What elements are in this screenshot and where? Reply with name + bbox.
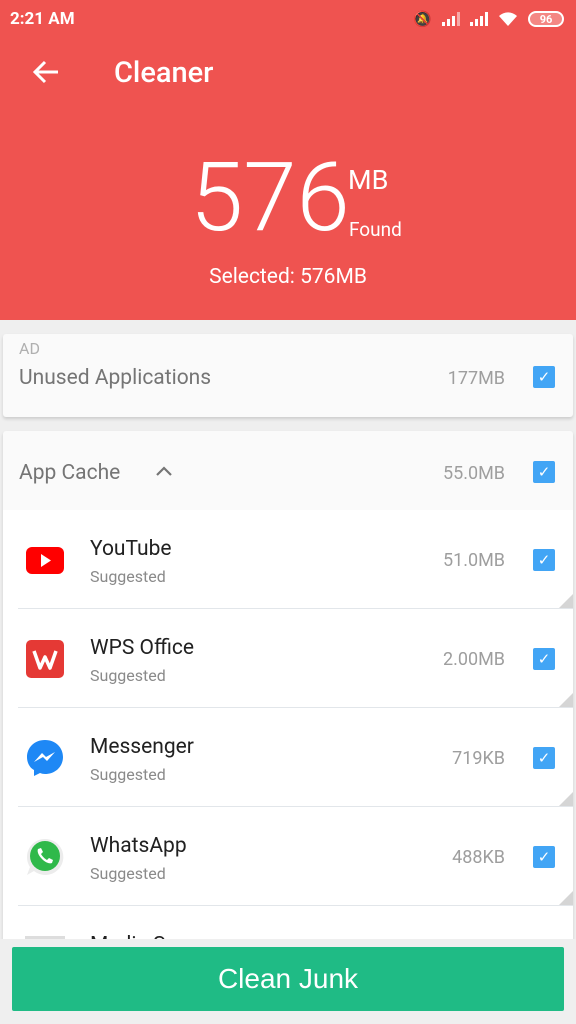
corner-mark: [559, 594, 573, 608]
app-checkbox[interactable]: ✓: [533, 747, 555, 769]
app-size: 719KB: [452, 748, 505, 769]
wps-office-icon: [26, 640, 64, 678]
battery-icon: 96: [528, 11, 564, 27]
list-item[interactable]: WPS Office Suggested 2.00MB ✓: [3, 609, 573, 708]
app-cache-card: App Cache 55.0MB ✓ YouTube Suggested 51.…: [3, 431, 573, 951]
wifi-icon: [499, 12, 517, 26]
mute-bell-icon: 🔕: [413, 10, 432, 28]
back-button[interactable]: [28, 54, 64, 90]
app-size: 51.0MB: [442, 550, 505, 571]
unused-applications-card[interactable]: AD Unused Applications 177MB ✓: [3, 334, 573, 417]
app-checkbox[interactable]: ✓: [533, 549, 555, 571]
app-cache-size: 55.0MB: [442, 463, 505, 484]
selected-total: Selected: 576MB: [209, 265, 367, 289]
arrow-left-icon: [32, 60, 58, 84]
list-item[interactable]: YouTube Suggested 51.0MB ✓: [3, 510, 573, 609]
whatsapp-icon: [26, 838, 64, 875]
app-sub: Suggested: [90, 765, 166, 784]
app-checkbox[interactable]: ✓: [533, 648, 555, 670]
app-name: WhatsApp: [90, 834, 187, 858]
page-title: Cleaner: [114, 56, 214, 90]
app-size: 2.00MB: [442, 649, 505, 670]
found-label: Found: [349, 218, 402, 241]
app-sub: Suggested: [90, 864, 166, 883]
signal-icon-1: [442, 12, 460, 26]
app-name: Messenger: [90, 735, 194, 759]
status-icons: 🔕 96: [413, 10, 564, 28]
corner-mark: [559, 891, 573, 905]
status-time: 2:21 AM: [10, 9, 75, 29]
app-cache-checkbox[interactable]: ✓: [533, 461, 555, 483]
app-cache-label: App Cache: [19, 461, 121, 485]
unused-applications-size: 177MB: [447, 368, 505, 389]
found-amount: 576: [190, 142, 350, 254]
unused-applications-label: Unused Applications: [19, 366, 212, 390]
app-name: YouTube: [90, 537, 172, 561]
signal-icon-2: [470, 12, 488, 26]
corner-mark: [559, 693, 573, 707]
list-item[interactable]: WhatsApp Suggested 488KB ✓: [3, 807, 573, 906]
app-checkbox[interactable]: ✓: [533, 846, 555, 868]
youtube-icon: [26, 547, 64, 574]
found-unit: MB: [348, 164, 389, 196]
app-cache-header[interactable]: App Cache 55.0MB ✓: [3, 431, 573, 510]
chevron-up-icon[interactable]: [155, 465, 173, 477]
corner-mark: [559, 792, 573, 806]
status-bar: 2:21 AM 🔕 96: [0, 0, 576, 40]
bottom-bar: Clean Junk: [0, 939, 576, 1024]
header: 2:21 AM 🔕 96 Cleaner 576 MB Found Select…: [0, 0, 576, 320]
app-size: 488KB: [452, 847, 505, 868]
app-sub: Suggested: [90, 666, 166, 685]
clean-junk-button[interactable]: Clean Junk: [12, 947, 564, 1011]
unused-applications-checkbox[interactable]: ✓: [533, 366, 555, 388]
messenger-icon: [27, 740, 63, 776]
app-sub: Suggested: [90, 567, 166, 586]
app-name: WPS Office: [90, 636, 195, 660]
ad-tag: AD: [19, 339, 40, 358]
list-item[interactable]: Messenger Suggested 719KB ✓: [3, 708, 573, 807]
